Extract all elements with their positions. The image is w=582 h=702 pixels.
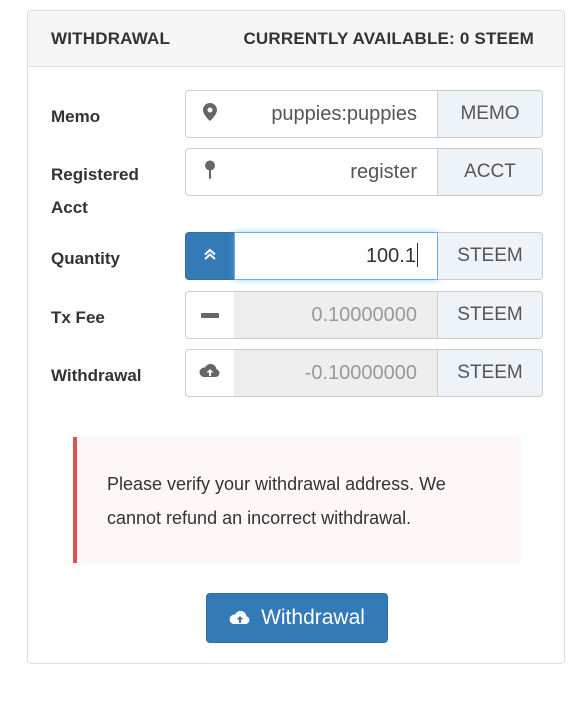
withdrawal-label: Withdrawal — [51, 366, 142, 385]
tx-fee-label: Tx Fee — [51, 308, 105, 327]
withdrawal-addon: STEEM — [438, 349, 543, 397]
quantity-label: Quantity — [51, 249, 120, 268]
warning-alert: Please verify your withdrawal address. W… — [73, 437, 521, 563]
registered-acct-label-line2: Acct — [51, 198, 88, 217]
memo-input[interactable]: puppies:puppies — [234, 90, 438, 138]
tx-fee-addon: STEEM — [438, 291, 543, 339]
withdrawal-button[interactable]: Withdrawal — [206, 593, 388, 643]
registered-acct-icon-addon — [185, 148, 235, 196]
alert-line1: Please verify your withdrawal address. W… — [107, 474, 446, 494]
quantity-max-button[interactable] — [185, 232, 235, 280]
registered-acct-label-line1: Registered — [51, 165, 139, 184]
registered-acct-label: Registered Acct — [51, 158, 139, 224]
memo-addon: MEMO — [438, 90, 543, 138]
withdrawal-amount-input: -0.10000000 — [234, 349, 438, 397]
alert-line2: cannot refund an incorrect withdrawal. — [107, 508, 412, 528]
quantity-input[interactable]: 100.1 — [234, 232, 438, 280]
registered-acct-addon: ACCT — [438, 148, 543, 196]
map-marker-icon — [203, 102, 217, 126]
withdrawal-button-label: Withdrawal — [261, 606, 365, 629]
tx-fee-icon-addon — [185, 291, 235, 339]
text-caret — [417, 243, 418, 268]
quantity-addon: STEEM — [438, 232, 543, 280]
memo-label: Memo — [51, 107, 101, 126]
panel-heading: WITHDRAWAL CURRENTLY AVAILABLE: 0 STEEM — [28, 11, 564, 67]
registered-acct-input[interactable]: register — [234, 148, 438, 196]
withdrawal-panel: WITHDRAWAL CURRENTLY AVAILABLE: 0 STEEM … — [27, 10, 565, 664]
quantity-value: 100.1 — [365, 245, 416, 267]
panel-title: WITHDRAWAL — [51, 29, 171, 48]
cloud-upload-icon — [199, 363, 221, 384]
tx-fee-input: 0.10000000 — [234, 291, 438, 339]
chevron-double-up-icon — [203, 247, 217, 266]
withdrawal-icon-addon — [185, 349, 235, 397]
pushpin-icon — [204, 160, 216, 185]
available-balance: CURRENTLY AVAILABLE: 0 STEEM — [243, 29, 534, 48]
memo-icon-addon — [185, 90, 235, 138]
cloud-upload-icon — [229, 610, 251, 626]
minus-icon — [201, 306, 219, 324]
